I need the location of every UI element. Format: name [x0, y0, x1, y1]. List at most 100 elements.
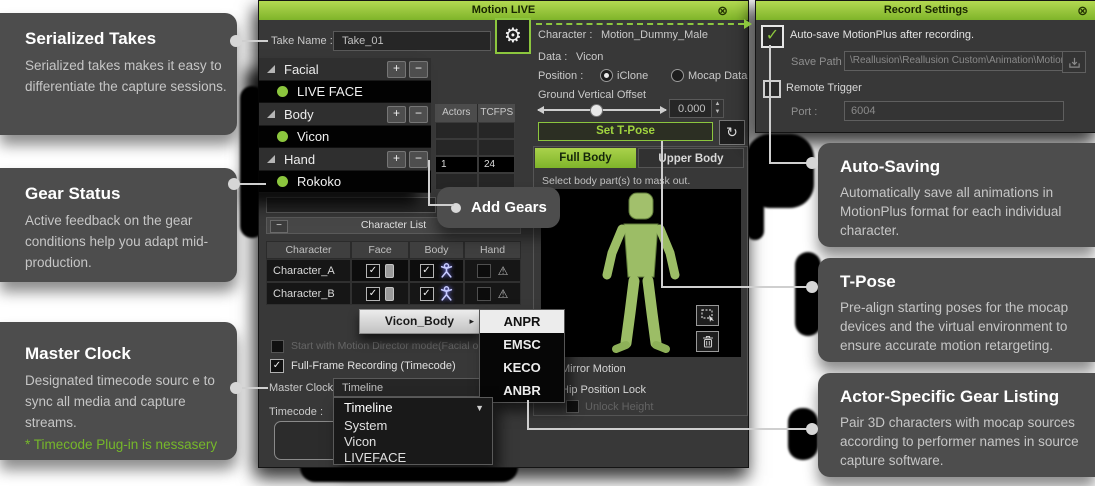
- body-checkbox[interactable]: ✓: [420, 264, 434, 278]
- expand-triangle-icon: [267, 110, 275, 118]
- callout-title: Serialized Takes: [25, 29, 227, 49]
- ground-offset-stepper[interactable]: ▲▼: [711, 99, 724, 118]
- expand-triangle-icon: [267, 65, 275, 73]
- ground-offset-slider[interactable]: [538, 104, 666, 116]
- callout-serialized-takes: Serialized Takes Serialized takes makes …: [0, 13, 237, 135]
- full-frame-checkbox[interactable]: ✓: [270, 359, 284, 373]
- add-gear-button[interactable]: +: [387, 61, 406, 78]
- col-hand: Hand: [464, 241, 521, 259]
- gear-status-dot: [277, 131, 288, 142]
- gear-item-rokoko[interactable]: Rokoko: [259, 171, 431, 193]
- mirror-motion-label[interactable]: Mirror Motion: [561, 363, 626, 375]
- set-tpose-button[interactable]: Set T-Pose: [538, 122, 713, 141]
- save-path-input[interactable]: \Reallusion\Reallusion Custom\Animation\…: [844, 51, 1063, 71]
- character-name: Character_B: [266, 282, 351, 305]
- reset-icon: ↻: [726, 124, 738, 141]
- empty-field[interactable]: [266, 197, 436, 213]
- add-gear-button[interactable]: +: [387, 106, 406, 123]
- dropdown-item[interactable]: System: [334, 418, 492, 434]
- mocap-data-radio[interactable]: [671, 69, 684, 82]
- data-label: Data :: [538, 51, 567, 63]
- connector-dot: [806, 157, 818, 169]
- add-gear-button[interactable]: +: [387, 151, 406, 168]
- record-settings-panel: Record Settings ⊗ ✓ Auto-save MotionPlus…: [755, 0, 1095, 133]
- dropdown-item[interactable]: Timeline: [334, 398, 492, 418]
- close-icon[interactable]: ⊗: [717, 1, 728, 20]
- tab-full-body[interactable]: Full Body: [535, 148, 636, 168]
- warning-icon: ⚠: [498, 265, 509, 277]
- mocap-radio-label: Mocap Data: [688, 70, 747, 82]
- unlock-height-checkbox[interactable]: [566, 400, 579, 413]
- slider-handle[interactable]: [590, 104, 603, 117]
- phone-device-icon: [385, 264, 394, 278]
- remote-trigger-checkbox[interactable]: [763, 80, 781, 98]
- close-icon[interactable]: ⊗: [1077, 1, 1088, 20]
- delete-mask-button[interactable]: [696, 331, 719, 352]
- remove-gear-button[interactable]: −: [409, 151, 428, 168]
- iclone-radio[interactable]: [600, 69, 613, 82]
- hand-checkbox[interactable]: [477, 264, 491, 278]
- dropdown-item[interactable]: LIVEFACE: [334, 450, 492, 466]
- menu-item[interactable]: EMSC: [480, 333, 564, 356]
- record-settings-gear-button[interactable]: ⚙: [495, 18, 531, 54]
- gear-item-live-face[interactable]: LIVE FACE: [259, 81, 431, 103]
- browse-save-path-button[interactable]: [1062, 51, 1086, 73]
- callout-t-pose: T-Pose Pre-align starting poses for the …: [818, 258, 1095, 362]
- gear-source-dropdown[interactable]: Vicon_Body ▸: [359, 309, 480, 334]
- callout-master-clock: Master Clock Designated timecode sourc e…: [0, 322, 237, 460]
- face-checkbox[interactable]: ✓: [366, 264, 380, 278]
- character-value: Motion_Dummy_Male: [601, 29, 708, 41]
- connector-serialized-takes: [241, 40, 268, 42]
- iclone-radio-label: iClone: [617, 70, 648, 82]
- mocap-dummy-figure[interactable]: [593, 191, 689, 355]
- hand-checkbox[interactable]: [477, 287, 491, 301]
- connector-dot: [230, 382, 242, 394]
- slider-left-arrow-icon: [537, 106, 544, 114]
- take-name-label: Take Name :: [271, 35, 333, 47]
- take-name-input[interactable]: Take_01: [333, 31, 491, 51]
- data-value: Vicon: [576, 51, 603, 63]
- reset-tpose-button[interactable]: ↻: [719, 120, 745, 145]
- callout-title: Gear Status: [25, 184, 227, 204]
- menu-item[interactable]: KECO: [480, 356, 564, 379]
- gear-tree: Facial + − LIVE FACE Body + − V: [259, 58, 431, 193]
- panel-title: Record Settings: [884, 4, 968, 16]
- port-input[interactable]: 6004: [844, 101, 1064, 121]
- export-icon: [1068, 56, 1081, 69]
- actors-table: Actors TCFPS 1 24: [435, 104, 515, 190]
- tree-section-hand[interactable]: Hand + −: [259, 148, 431, 171]
- callout-title: Add Gears: [471, 199, 547, 216]
- motion-director-checkbox[interactable]: [271, 340, 284, 353]
- slider-right-arrow-icon: [660, 106, 667, 114]
- table-row[interactable]: Character_B ✓ ✓ ⚠: [266, 282, 521, 305]
- body-mask-viewport[interactable]: [541, 189, 741, 357]
- gear-item-vicon[interactable]: Vicon: [259, 126, 431, 148]
- tab-upper-body[interactable]: Upper Body: [638, 148, 744, 168]
- marquee-select-button[interactable]: [696, 305, 719, 326]
- connector-dot: [806, 423, 818, 435]
- auto-save-checkbox[interactable]: ✓: [761, 25, 784, 48]
- body-checkbox[interactable]: ✓: [420, 287, 434, 301]
- dropdown-item[interactable]: Vicon: [334, 434, 492, 450]
- tree-section-body[interactable]: Body + −: [259, 103, 431, 126]
- connector-dot: [228, 178, 240, 190]
- table-row[interactable]: Character_A ✓ ✓ ⚠: [266, 259, 521, 282]
- timecode-label: Timecode :: [269, 406, 323, 418]
- panel-title: Motion LIVE: [472, 4, 536, 16]
- collapse-button[interactable]: −: [270, 220, 288, 233]
- callout-add-gears: Add Gears: [437, 187, 560, 228]
- remove-gear-button[interactable]: −: [409, 61, 428, 78]
- record-settings-titlebar[interactable]: Record Settings ⊗: [756, 1, 1095, 20]
- menu-item[interactable]: ANPR: [480, 310, 564, 333]
- connector-gear-to-record-settings: [536, 23, 744, 25]
- hip-position-lock-label[interactable]: Hip Position Lock: [561, 384, 646, 396]
- tcfps-column-header: TCFPS: [478, 104, 515, 122]
- connector-dot: [230, 35, 242, 47]
- remove-gear-button[interactable]: −: [409, 106, 428, 123]
- actors-column-header: Actors: [435, 104, 478, 122]
- ground-offset-input[interactable]: 0.000: [669, 99, 717, 118]
- face-checkbox[interactable]: ✓: [366, 287, 380, 301]
- character-name: Character_A: [266, 259, 351, 282]
- tree-section-facial[interactable]: Facial + −: [259, 58, 431, 81]
- connector-actor-gear-h: [527, 428, 814, 430]
